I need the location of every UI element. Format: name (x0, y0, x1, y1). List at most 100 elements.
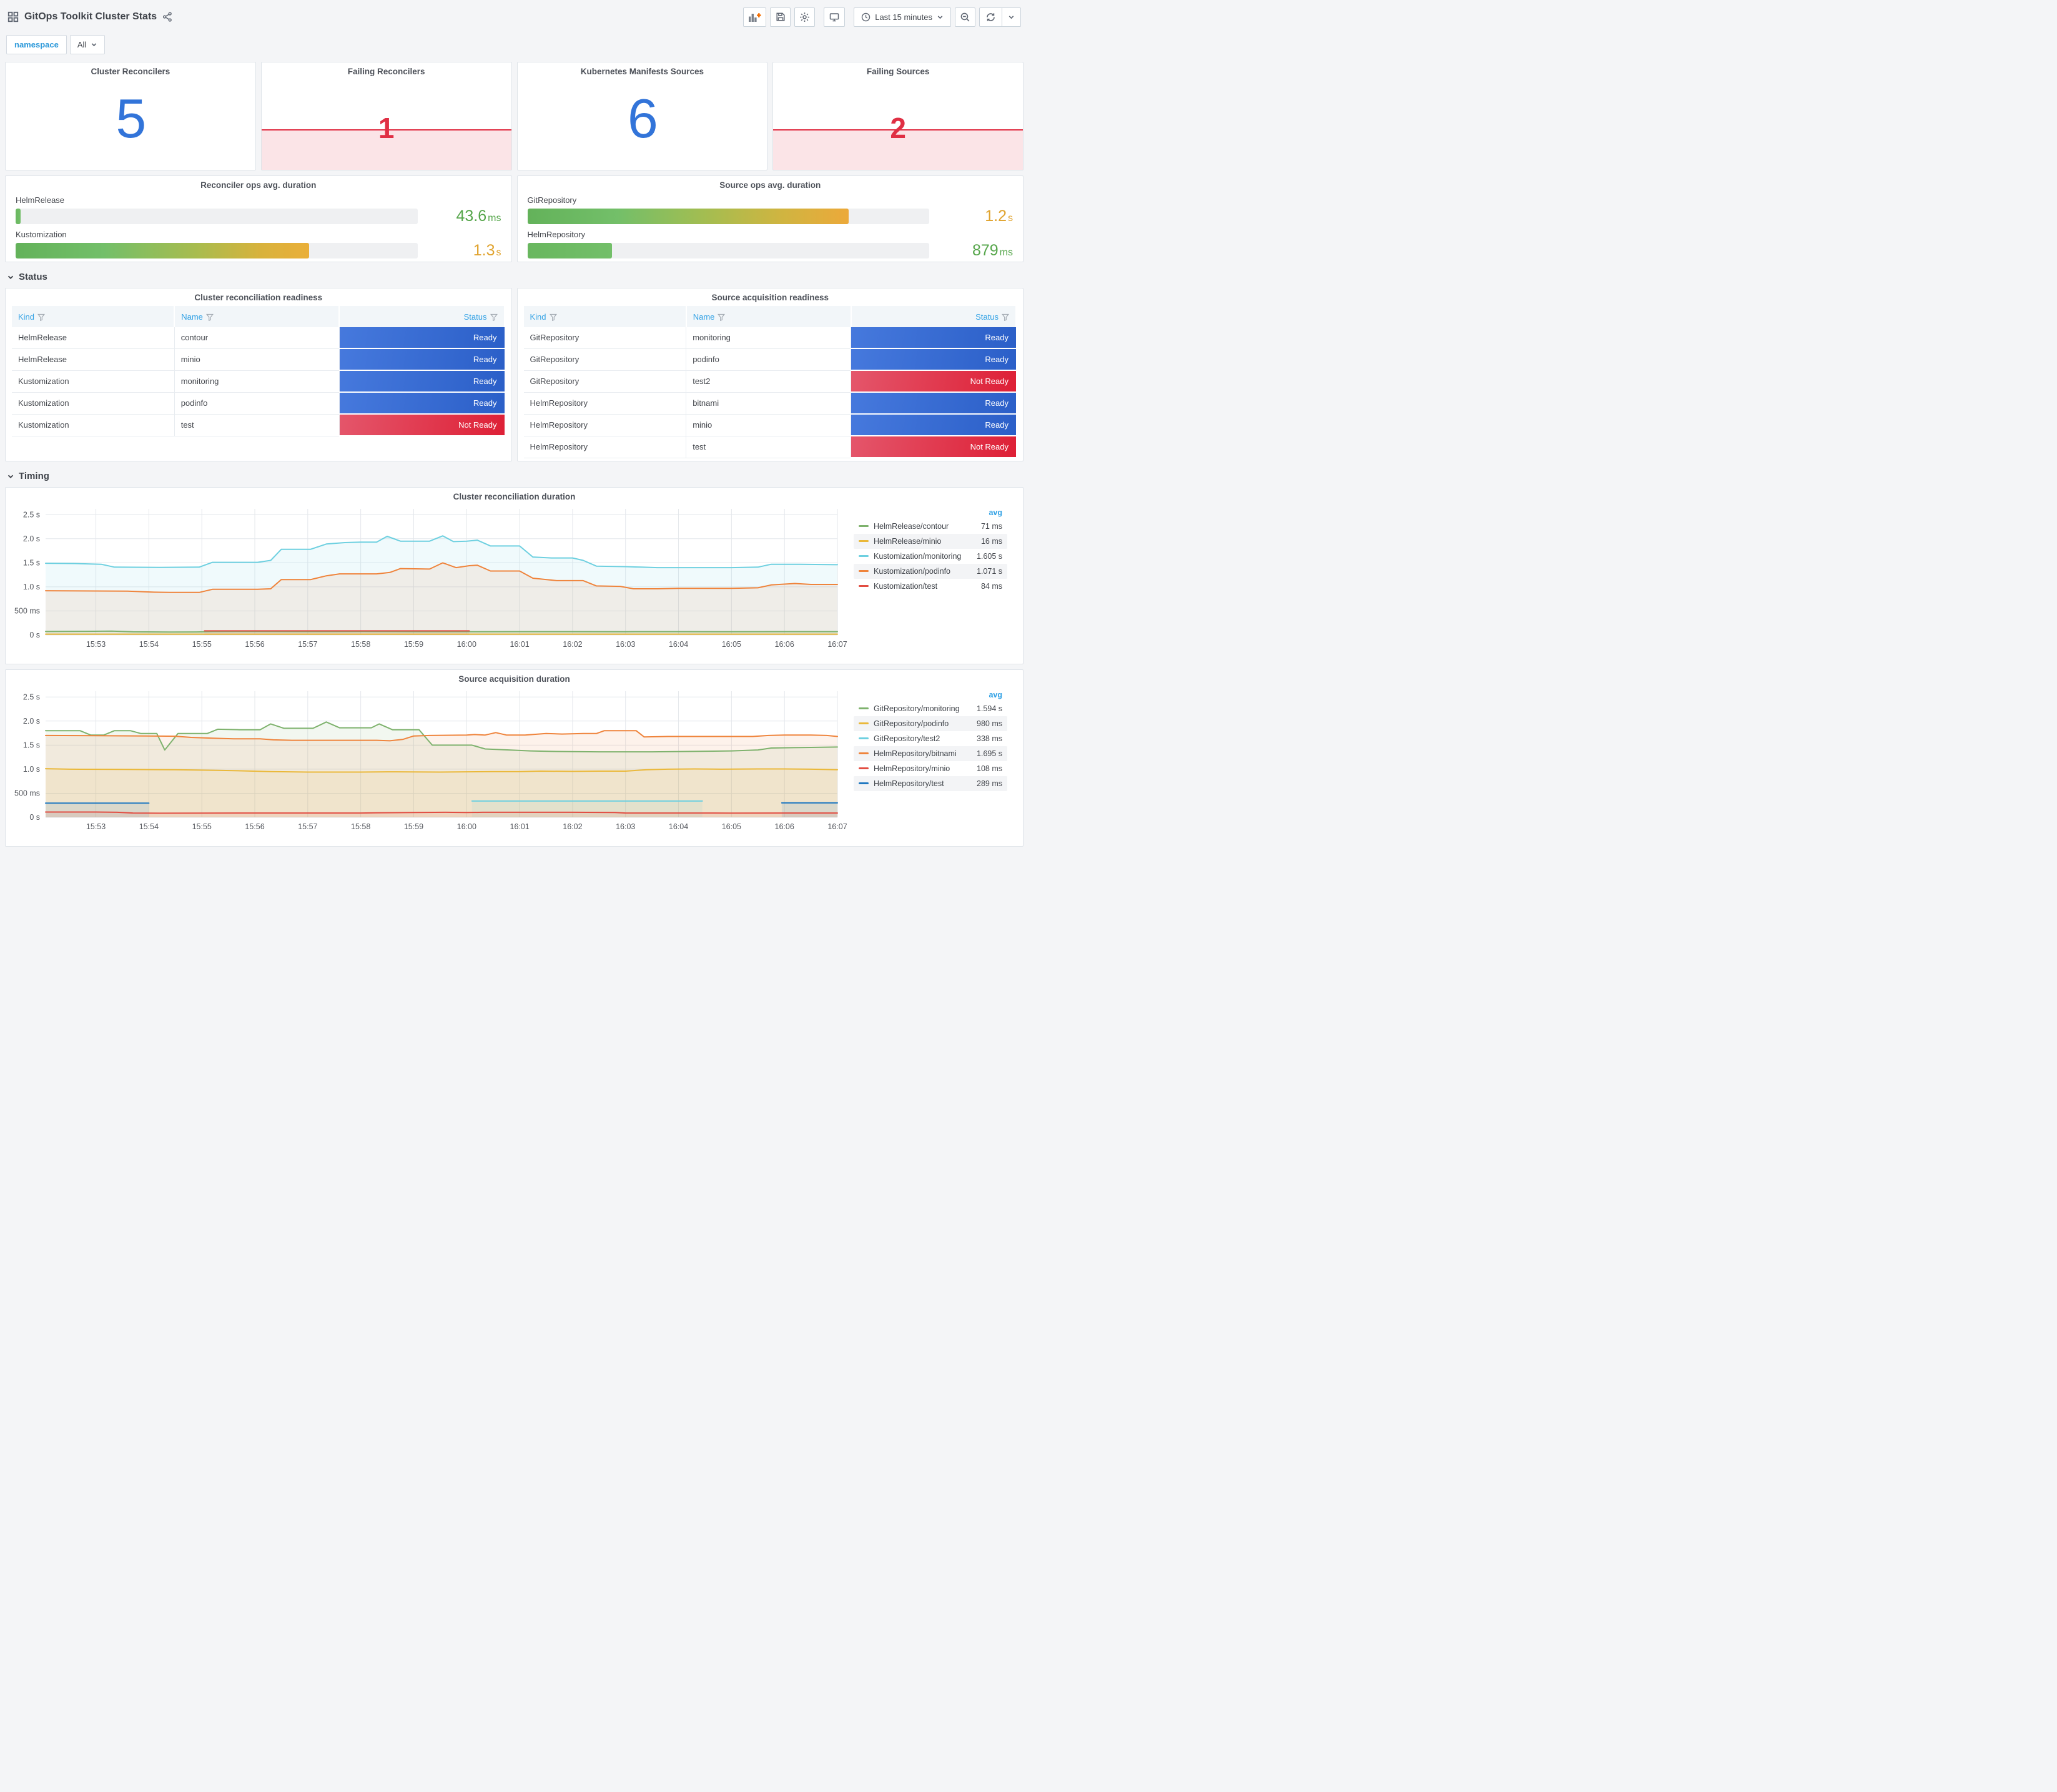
gauge-row: 879 ms (527, 242, 1013, 260)
legend-series-name[interactable]: HelmRepository/bitnami (859, 749, 957, 758)
svg-text:500 ms: 500 ms (14, 789, 40, 797)
section-timing-label: Timing (19, 471, 49, 481)
legend-series-color (859, 540, 869, 542)
gauge-panel-title: Reconciler ops avg. duration (200, 180, 317, 190)
chart-body: 0 s 500 ms 1.0 s 1.5 s 2.0 s 2.5 s 15:53 15:54 1… (9, 503, 1019, 652)
add-panel-button[interactable] (743, 7, 767, 27)
status-badge: Not Ready (851, 371, 1016, 391)
svg-text:16:04: 16:04 (669, 640, 688, 649)
cell-status: Ready (851, 348, 1016, 371)
legend-series-name[interactable]: HelmRelease/minio (859, 537, 941, 546)
legend-series-name[interactable]: Kustomization/test (859, 582, 937, 591)
svg-text:15:55: 15:55 (192, 640, 212, 649)
table-panel: Cluster reconciliation readiness Kind Name… (5, 288, 512, 461)
cell-name: test (174, 414, 340, 436)
column-header-kind[interactable]: Kind (12, 306, 175, 327)
legend-series-name[interactable]: Kustomization/monitoring (859, 552, 961, 561)
status-badge: Not Ready (851, 436, 1016, 457)
table-row: Kustomization test Not Ready (12, 414, 505, 436)
legend-series-avg: 71 ms (980, 522, 1002, 531)
status-badge: Ready (851, 349, 1016, 370)
column-header-name[interactable]: Name (686, 306, 852, 327)
variable-namespace-label[interactable]: namespace (6, 35, 67, 54)
column-header-status[interactable]: Status (851, 306, 1017, 327)
dashboard-settings-button[interactable] (794, 7, 816, 27)
legend-series-name[interactable]: Kustomization/podinfo (859, 567, 950, 576)
share-icon[interactable] (162, 12, 172, 22)
legend-row: HelmRepository/bitnami 1.695 s (854, 746, 1007, 761)
refresh-icon (985, 12, 996, 22)
legend-avg-header[interactable]: avg (854, 508, 1007, 519)
legend-series-color (859, 722, 869, 724)
variable-namespace-select[interactable]: All (69, 35, 106, 54)
svg-text:15:57: 15:57 (298, 640, 317, 649)
gauge-row: 1.3 s (16, 242, 501, 260)
legend-avg-header[interactable]: avg (854, 690, 1007, 701)
column-header-status[interactable]: Status (339, 306, 505, 327)
status-badge: Ready (851, 327, 1016, 348)
readiness-table: Kind Name Status GitRepository monitoring Rea… (523, 306, 1017, 458)
svg-text:15:59: 15:59 (404, 822, 423, 831)
svg-text:16:02: 16:02 (563, 640, 582, 649)
gauge-value: 43.6 ms (456, 207, 501, 225)
chevron-down-icon (91, 41, 97, 48)
refresh-interval-button[interactable] (1002, 7, 1020, 26)
legend-series-color (859, 525, 869, 527)
chart-plot-area[interactable]: 0 s 500 ms 1.0 s 1.5 s 2.0 s 2.5 s 15:53 15:54 1… (9, 685, 854, 835)
tv-mode-button[interactable] (824, 7, 846, 27)
column-header-name[interactable]: Name (174, 306, 340, 327)
legend-row: GitRepository/podinfo 980 ms (854, 716, 1007, 731)
status-badge: Ready (851, 393, 1016, 413)
column-header-kind[interactable]: Kind (523, 306, 687, 327)
bar-gauge-panel: Source ops avg. duration GitRepository 1.2… (516, 175, 1024, 262)
cell-kind: Kustomization (12, 414, 175, 436)
section-timing[interactable]: Timing (5, 471, 1024, 481)
timeseries-panel: Source acquisition duration 0 s 500 ms 1.0 … (5, 669, 1024, 847)
stat-panel-title: Failing Reconcilers (347, 67, 425, 76)
legend-row: Kustomization/monitoring 1.605 s (854, 549, 1007, 564)
save-dashboard-button[interactable] (770, 7, 791, 27)
legend-series-name[interactable]: GitRepository/test2 (859, 734, 940, 743)
readiness-table: Kind Name Status HelmRelease contour Ready Hel… (12, 306, 505, 436)
chevron-down-icon (7, 273, 14, 281)
gauge-value: 1.2 s (985, 207, 1013, 225)
gauge-row-label: Kustomization (16, 230, 67, 239)
time-range-picker[interactable]: Last 15 minutes (854, 7, 951, 27)
legend-series-color (859, 707, 869, 709)
svg-text:16:00: 16:00 (457, 822, 476, 831)
legend-row: Kustomization/podinfo 1.071 s (854, 564, 1007, 579)
legend-series-name[interactable]: GitRepository/podinfo (859, 719, 949, 728)
svg-text:16:03: 16:03 (616, 640, 635, 649)
gauge-fill (16, 243, 309, 258)
clock-icon (861, 12, 871, 22)
svg-text:16:05: 16:05 (722, 822, 741, 831)
cell-name: monitoring (174, 370, 340, 393)
table-panel-title: Source acquisition readiness (711, 293, 829, 302)
chart-panels: Cluster reconciliation duration 0 s 500 ms… (5, 487, 1024, 847)
svg-text:16:05: 16:05 (722, 640, 741, 649)
cell-kind: GitRepository (523, 370, 687, 393)
section-status[interactable]: Status (5, 272, 1024, 282)
dashboard-grid-icon[interactable] (7, 11, 19, 22)
cell-status: Ready (339, 392, 505, 415)
chart-plot-area[interactable]: 0 s 500 ms 1.0 s 1.5 s 2.0 s 2.5 s 15:53 15:54 1… (9, 503, 854, 652)
svg-text:16:06: 16:06 (775, 640, 794, 649)
chart-legend: avg HelmRelease/contour 71 ms HelmRelease/m… (854, 503, 1011, 594)
svg-text:2.5 s: 2.5 s (23, 510, 40, 519)
refresh-button[interactable] (980, 8, 1002, 26)
table-panels-row: Cluster reconciliation readiness Kind Name… (5, 288, 1024, 461)
cell-status: Ready (851, 414, 1016, 436)
legend-series-name[interactable]: HelmRepository/test (859, 779, 944, 788)
cell-kind: HelmRelease (12, 327, 175, 349)
legend-series-avg: 84 ms (980, 582, 1002, 591)
legend-series-name[interactable]: GitRepository/monitoring (859, 704, 960, 713)
zoom-out-icon (960, 12, 970, 22)
legend-series-name[interactable]: HelmRelease/contour (859, 522, 949, 531)
legend-series-avg: 108 ms (977, 764, 1002, 773)
legend-series-name[interactable]: HelmRepository/minio (859, 764, 950, 773)
gauge-row: 43.6 ms (16, 207, 501, 225)
table-row: Kustomization podinfo Ready (12, 392, 505, 415)
zoom-out-button[interactable] (955, 7, 975, 27)
svg-text:1.5 s: 1.5 s (23, 558, 40, 567)
legend-row: HelmRepository/minio 108 ms (854, 761, 1007, 776)
